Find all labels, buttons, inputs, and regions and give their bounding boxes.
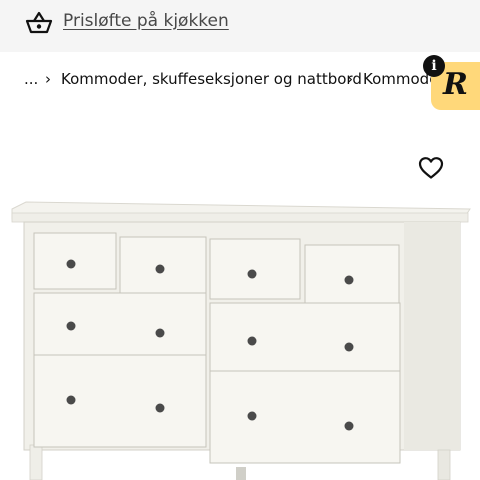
heart-outline-icon[interactable] — [418, 156, 444, 180]
breadcrumb-separator: › — [45, 70, 51, 88]
breadcrumb-item-kommoder-skuffeseksjoner[interactable]: Kommoder, skuffeseksjoner og nattbord — [61, 69, 362, 89]
info-icon[interactable]: i — [423, 55, 445, 77]
breadcrumb: ... › Kommoder, skuffeseksjoner og nattb… — [0, 52, 480, 106]
shopping-basket-icon — [25, 11, 53, 34]
product-image — [11, 201, 471, 480]
promo-bar: Prisløfte på kjøkken — [0, 0, 480, 52]
breadcrumb-separator: › — [347, 70, 353, 88]
promo-link[interactable]: Prisløfte på kjøkken — [63, 8, 229, 34]
breadcrumb-ellipsis[interactable]: ... — [24, 69, 38, 89]
